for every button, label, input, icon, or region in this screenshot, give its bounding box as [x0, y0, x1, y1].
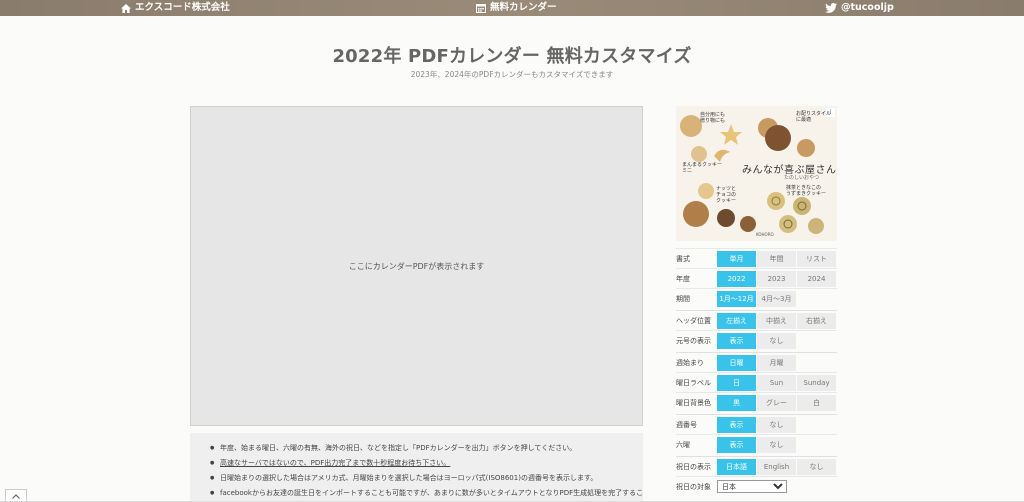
setting-label: 六曜 [676, 440, 690, 449]
setting-holiday-display: 祝日の表示 日本語 English なし [676, 456, 837, 476]
chevron-up-icon [12, 493, 20, 499]
ad-tagline: たのしいおやつ [784, 175, 820, 181]
holiday-country-select[interactable]: 日本 [717, 480, 787, 493]
option-kanji[interactable]: 日 [717, 374, 756, 391]
page-header: 2022年 PDFカレンダー 無料カスタマイズ 2023年、2024年のPDFカ… [0, 42, 1024, 80]
option-gray[interactable]: グレー [757, 394, 796, 411]
ad-blurb: 自分用にも 贈り物にも [700, 112, 726, 124]
option-none[interactable]: なし [797, 458, 836, 475]
option-align-right[interactable]: 右揃え [797, 312, 836, 329]
setting-label: 年度 [676, 274, 690, 283]
home-icon [121, 3, 131, 13]
option-monday[interactable]: 月曜 [757, 354, 796, 371]
company-link[interactable]: エクスコード株式会社 [121, 1, 230, 15]
setting-header-position: ヘッダ位置 左揃え 中揃え 右揃え [676, 310, 837, 330]
setting-label: ヘッダ位置 [676, 316, 711, 325]
ad-brand: KOHORO [756, 232, 774, 237]
calendar-settings-panel: 書式 単月 年間 リスト 年度 2022 2023 2024 期間 1月～12月… [676, 248, 837, 496]
setting-label: 祝日の表示 [676, 462, 711, 471]
calendar-icon [476, 4, 486, 13]
ad-blurb: まんまるクッキー ミニ [682, 162, 723, 174]
setting-rokuyo: 六曜 表示 なし [676, 434, 837, 454]
setting-label: 祝日の対象 [676, 482, 711, 491]
setting-label: 週始まり [676, 358, 704, 367]
note-item: facebookからお友達の誕生日をインポートすることも可能ですが、あまりに数が… [210, 486, 643, 501]
option-none[interactable]: なし [757, 332, 796, 349]
option-japanese[interactable]: 日本語 [717, 458, 756, 475]
instructions-panel: 年度、始まる曜日、六曜の有無、海外の祝日、などを指定し「PDFカレンダーを出力」… [190, 433, 643, 502]
option-monthly[interactable]: 単月 [717, 250, 756, 267]
setting-label: 期間 [676, 294, 690, 303]
ad-blurb: ナッツと チョコの クッキー [716, 186, 737, 204]
option-show[interactable]: 表示 [717, 436, 756, 453]
top-nav-bar: エクスコード株式会社 無料カレンダー @tucooljp [0, 0, 1024, 16]
setting-format: 書式 単月 年間 リスト [676, 248, 837, 268]
setting-label: 曜日ラベル [676, 378, 711, 387]
option-show[interactable]: 表示 [717, 332, 756, 349]
setting-label: 週番号 [676, 420, 697, 429]
note-item: 高速なサーバではないので、PDF出力完了まで数十秒程度お待ち下さい。 [210, 456, 635, 471]
setting-holiday-target: 祝日の対象 日本 [676, 476, 837, 496]
setting-label: 曜日背景色 [676, 398, 711, 407]
twitter-link[interactable]: @tucooljp [825, 1, 894, 15]
preview-placeholder: ここにカレンダーPDFが表示されます [348, 261, 485, 271]
setting-label: 元号の表示 [676, 336, 711, 345]
option-none[interactable]: なし [757, 436, 796, 453]
option-apr-mar[interactable]: 4月～3月 [757, 290, 796, 307]
option-align-center[interactable]: 中揃え [757, 312, 796, 329]
option-white[interactable]: 白 [797, 394, 836, 411]
option-black[interactable]: 黒 [717, 394, 756, 411]
company-label: エクスコード株式会社 [135, 2, 230, 13]
option-show[interactable]: 表示 [717, 416, 756, 433]
setting-weekday-bg: 曜日背景色 黒 グレー 白 [676, 392, 837, 412]
option-align-left[interactable]: 左揃え [717, 312, 756, 329]
option-sunday-full[interactable]: Sunday [797, 374, 836, 391]
option-list[interactable]: リスト [797, 250, 836, 267]
calendar-label: 無料カレンダー [490, 2, 557, 13]
option-yearly[interactable]: 年間 [757, 250, 796, 267]
pdf-preview-area: ここにカレンダーPDFが表示されます [190, 106, 643, 426]
advertisement-banner[interactable]: i 自分用にも 贈り物にも お配りスタイル に最適 みんなが喜ぶ屋さん たのしい… [676, 106, 837, 241]
twitter-handle: @tucooljp [841, 2, 894, 13]
ad-blurb: 抹茶ときなこの うずまきクッキー [786, 185, 827, 197]
option-sunday[interactable]: 日曜 [717, 354, 756, 371]
note-item: 年度、始まる曜日、六曜の有無、海外の祝日、などを指定し「PDFカレンダーを出力」… [210, 441, 635, 456]
ad-blurb: お配りスタイル に最適 [796, 111, 832, 123]
option-2022[interactable]: 2022 [717, 270, 756, 287]
page-subtitle: 2023年、2024年のPDFカレンダーもカスタマイズできます [410, 70, 614, 79]
option-2023[interactable]: 2023 [757, 270, 796, 287]
option-jan-dec[interactable]: 1月～12月 [717, 290, 756, 307]
setting-weekday-label: 曜日ラベル 日 Sun Sunday [676, 372, 837, 392]
twitter-icon [825, 3, 837, 13]
option-none[interactable]: なし [757, 416, 796, 433]
setting-label: 書式 [676, 254, 690, 263]
option-sun[interactable]: Sun [757, 374, 796, 391]
option-2024[interactable]: 2024 [797, 270, 836, 287]
setting-week-number: 週番号 表示 なし [676, 414, 837, 434]
calendar-link[interactable]: 無料カレンダー [476, 1, 557, 15]
setting-period: 期間 1月～12月 4月～3月 [676, 288, 837, 308]
note-item: 日曜始まりの選択した場合はアメリカ式、月曜始まりを選択した場合はヨーロッパ式(I… [210, 471, 635, 486]
setting-week-start: 週始まり 日曜 月曜 [676, 352, 837, 372]
setting-year: 年度 2022 2023 2024 [676, 268, 837, 288]
option-english[interactable]: English [757, 458, 796, 475]
setting-era-display: 元号の表示 表示 なし [676, 330, 837, 350]
page-title: 2022年 PDFカレンダー 無料カスタマイズ [332, 46, 692, 67]
